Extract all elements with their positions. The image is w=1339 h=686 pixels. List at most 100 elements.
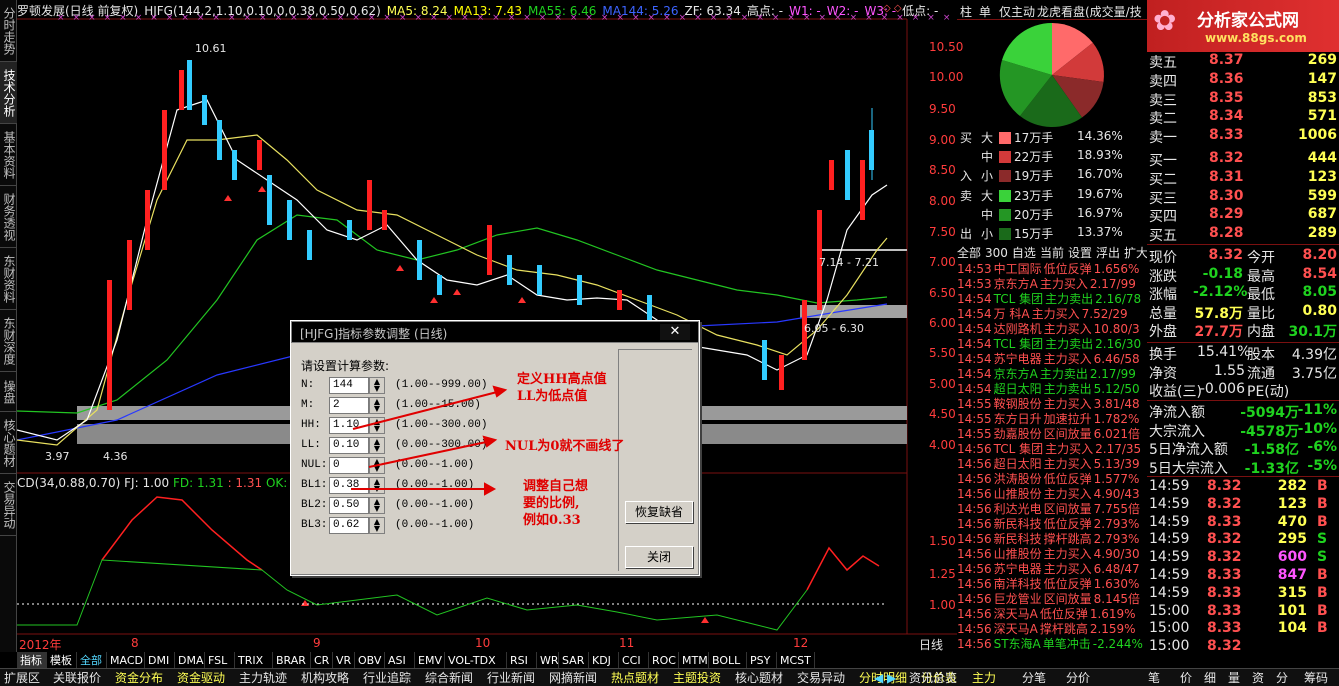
alert-row[interactable]: 14:56 洪涛股份 低位反弹 1.577% xyxy=(957,472,1139,487)
status-tab[interactable]: 资金分布 xyxy=(111,670,173,686)
alert-row[interactable]: 14:53 中工国际 低位反弹 1.656% xyxy=(957,262,1139,277)
indicator-tab[interactable]: WR xyxy=(537,652,559,669)
alert-row[interactable]: 14:55 劲嘉股份 区间放量 6.021倍 xyxy=(957,427,1140,442)
tick-row[interactable]: 14:59 8.33 470 B xyxy=(1147,514,1339,532)
status-tab[interactable]: 网摘新闻 xyxy=(545,670,607,686)
indicator-tab[interactable]: VOL-TDX xyxy=(445,652,507,669)
alert-list[interactable]: 14:53 中工国际 低位反弹 1.656% 14:53 京东方A 主力买入 2.17/99 1… xyxy=(957,262,1147,652)
status-right-tab[interactable]: 资讯总览 xyxy=(905,670,961,686)
tab-trader[interactable]: 操盘手 xyxy=(0,372,17,412)
status-right-tab[interactable]: 细 xyxy=(1200,670,1220,686)
tick-row[interactable]: 14:59 8.33 315 B xyxy=(1147,585,1339,603)
tab-finance[interactable]: 财务透视 xyxy=(0,186,17,248)
status-tab[interactable]: 关联报价 xyxy=(49,670,111,686)
status-right-tab[interactable]: 分价 xyxy=(1062,670,1094,686)
status-tab[interactable]: 扩展区 xyxy=(0,670,49,686)
alert-row[interactable]: 14:56 南洋科技 低位反弹 1.630% xyxy=(957,577,1139,592)
status-tab[interactable]: 主题投资 xyxy=(669,670,731,686)
alert-row[interactable]: 14:56 巨龙管业 区间放量 8.145倍 xyxy=(957,592,1140,607)
alert-tab[interactable]: 全部 xyxy=(957,246,981,260)
indicator-tab[interactable]: FSL xyxy=(205,652,235,669)
status-tab[interactable]: 热点题材 xyxy=(607,670,669,686)
status-right-tab[interactable]: 量 xyxy=(1224,670,1244,686)
indicator-tab[interactable]: BRAR xyxy=(273,652,311,669)
indicator-tab[interactable]: RSI xyxy=(507,652,537,669)
tick-row[interactable]: 15:00 8.33 101 B xyxy=(1147,603,1339,621)
alert-row[interactable]: 14:56 TCL 集团 主力买入 2.17/35 xyxy=(957,442,1141,457)
tab-trade-anomaly[interactable]: 交易异动 xyxy=(0,474,17,536)
alert-tab[interactable]: 300 xyxy=(985,246,1008,260)
tick-list[interactable]: 14:59 8.32 282 B 14:59 8.32 123 B 14:59 8.33 470 B 1… xyxy=(1147,476,1339,656)
indicator-tab[interactable]: ASI xyxy=(385,652,415,669)
status-right-tab[interactable]: 价 xyxy=(1176,670,1196,686)
tab-eastmoney-depth[interactable]: 东财深度 xyxy=(0,310,17,372)
indicator-tab[interactable]: BOLL xyxy=(709,652,747,669)
status-tab[interactable]: 交易异动 xyxy=(793,670,855,686)
restore-default-button[interactable]: 恢复缺省 xyxy=(625,501,693,523)
tab-bar[interactable]: 柱 xyxy=(960,3,972,20)
indicator-tab[interactable]: CCI xyxy=(619,652,649,669)
indicator-tab[interactable]: EMV xyxy=(415,652,445,669)
alert-row[interactable]: 14:54 TCL 集团 主力卖出 2.16/30 xyxy=(957,337,1141,352)
tab-technical[interactable]: 技术分析 xyxy=(0,62,17,124)
alert-tab[interactable]: 扩大 xyxy=(1124,246,1147,260)
tick-row[interactable]: 14:59 8.33 847 B xyxy=(1147,567,1339,585)
alert-row[interactable]: 14:56 超日太阳 主力买入 5.13/39 xyxy=(957,457,1140,472)
alert-row[interactable]: 14:56 山推股份 主力买入 4.90/30 xyxy=(957,547,1140,562)
alert-row[interactable]: 14:56 深天马A 低位反弹 1.619% xyxy=(957,607,1136,622)
tick-row[interactable]: 14:59 8.32 123 B xyxy=(1147,496,1339,514)
alert-row[interactable]: 14:56 ST东海A 单笔冲击 -2.244% xyxy=(957,637,1143,652)
tick-row[interactable]: 15:00 8.32 xyxy=(1147,638,1339,656)
indicator-tab[interactable]: MTM xyxy=(679,652,709,669)
indicator-tab[interactable]: DMI xyxy=(145,652,175,669)
indicator-tab[interactable]: 指标 xyxy=(17,652,47,669)
alert-row[interactable]: 14:56 苏宁电器 主力买入 6.48/47 xyxy=(957,562,1140,577)
alert-row[interactable]: 14:56 利达光电 区间放量 7.755倍 xyxy=(957,502,1140,517)
status-tab[interactable]: 行业追踪 xyxy=(359,670,421,686)
tick-row[interactable]: 15:00 8.33 104 B xyxy=(1147,620,1339,638)
status-right-tab[interactable]: 分 xyxy=(1272,670,1292,686)
alert-tab[interactable]: 自选 xyxy=(1012,246,1036,260)
tick-row[interactable]: 14:59 8.32 295 S xyxy=(1147,531,1339,549)
indicator-tab[interactable]: DMA xyxy=(175,652,205,669)
status-tab[interactable]: 资金驱动 xyxy=(173,670,235,686)
alert-row[interactable]: 14:56 深天马A 撑杆跳高 2.159% xyxy=(957,622,1136,637)
indicator-tab[interactable]: VR xyxy=(333,652,355,669)
alert-row[interactable]: 14:53 京东方A 主力买入 2.17/99 xyxy=(957,277,1136,292)
status-right-tab[interactable]: 笔 xyxy=(1144,670,1164,686)
alert-row[interactable]: 14:54 万 科A 主力买入 7.52/29 xyxy=(957,307,1128,322)
indicator-tab[interactable]: TRIX xyxy=(235,652,273,669)
indicator-tab[interactable]: MCST xyxy=(777,652,815,669)
close-button[interactable]: 关闭 xyxy=(625,546,693,568)
alert-row[interactable]: 14:56 山推股份 主力买入 4.90/43 xyxy=(957,487,1140,502)
indicator-tab[interactable]: MACD xyxy=(107,652,145,669)
indicator-tab[interactable]: 模板 xyxy=(47,652,77,669)
indicator-tab[interactable]: PSY xyxy=(747,652,777,669)
tab-basic-info[interactable]: 基本资料 xyxy=(0,124,17,186)
status-right-tab[interactable]: 主力 xyxy=(968,670,1000,686)
status-right-tab[interactable]: 分笔 xyxy=(1018,670,1050,686)
alert-tab[interactable]: 当前 xyxy=(1040,246,1064,260)
alert-tab[interactable]: 浮出 xyxy=(1096,246,1120,260)
tab-eastmoney-info[interactable]: 东财资料 xyxy=(0,248,17,310)
tab-intraday[interactable]: 分时走势 xyxy=(0,0,17,62)
indicator-param-dialog[interactable]: [HJFG]指标参数调整 (日线) ✕ 请设置计算参数: N:▲▼(1.00--… xyxy=(290,320,700,576)
alert-row[interactable]: 14:54 京东方A 主力卖出 2.17/99 xyxy=(957,367,1136,382)
indicator-tab[interactable]: KDJ xyxy=(589,652,619,669)
indicator-tab[interactable]: ROC xyxy=(649,652,679,669)
dialog-close-icon[interactable]: ✕ xyxy=(660,324,690,340)
status-tab[interactable]: 综合新闻 xyxy=(421,670,483,686)
tick-row[interactable]: 14:59 8.32 600 S xyxy=(1147,549,1339,567)
alert-row[interactable]: 14:56 新民科技 撑杆跳高 2.793% xyxy=(957,532,1139,547)
tab-dragon-tiger[interactable]: 龙虎看盘(成交量/技 xyxy=(1037,3,1145,20)
status-tab[interactable]: 行业新闻 xyxy=(483,670,545,686)
tab-active-only[interactable]: 仅主动 xyxy=(999,3,1035,20)
alert-row[interactable]: 14:56 新民科技 低位反弹 2.793% xyxy=(957,517,1139,532)
indicator-tab[interactable]: OBV xyxy=(355,652,385,669)
alert-row[interactable]: 14:55 鞍钢股份 主力买入 3.81/48 xyxy=(957,397,1140,412)
alert-row[interactable]: 14:54 TCL 集团 主力卖出 2.16/78 xyxy=(957,292,1141,307)
status-tab[interactable]: 机构攻略 xyxy=(297,670,359,686)
status-right-tab[interactable]: 筹码 xyxy=(1300,670,1332,686)
tick-row[interactable]: 14:59 8.32 282 B xyxy=(1147,478,1339,496)
status-right-tab[interactable]: 资 xyxy=(1248,670,1268,686)
